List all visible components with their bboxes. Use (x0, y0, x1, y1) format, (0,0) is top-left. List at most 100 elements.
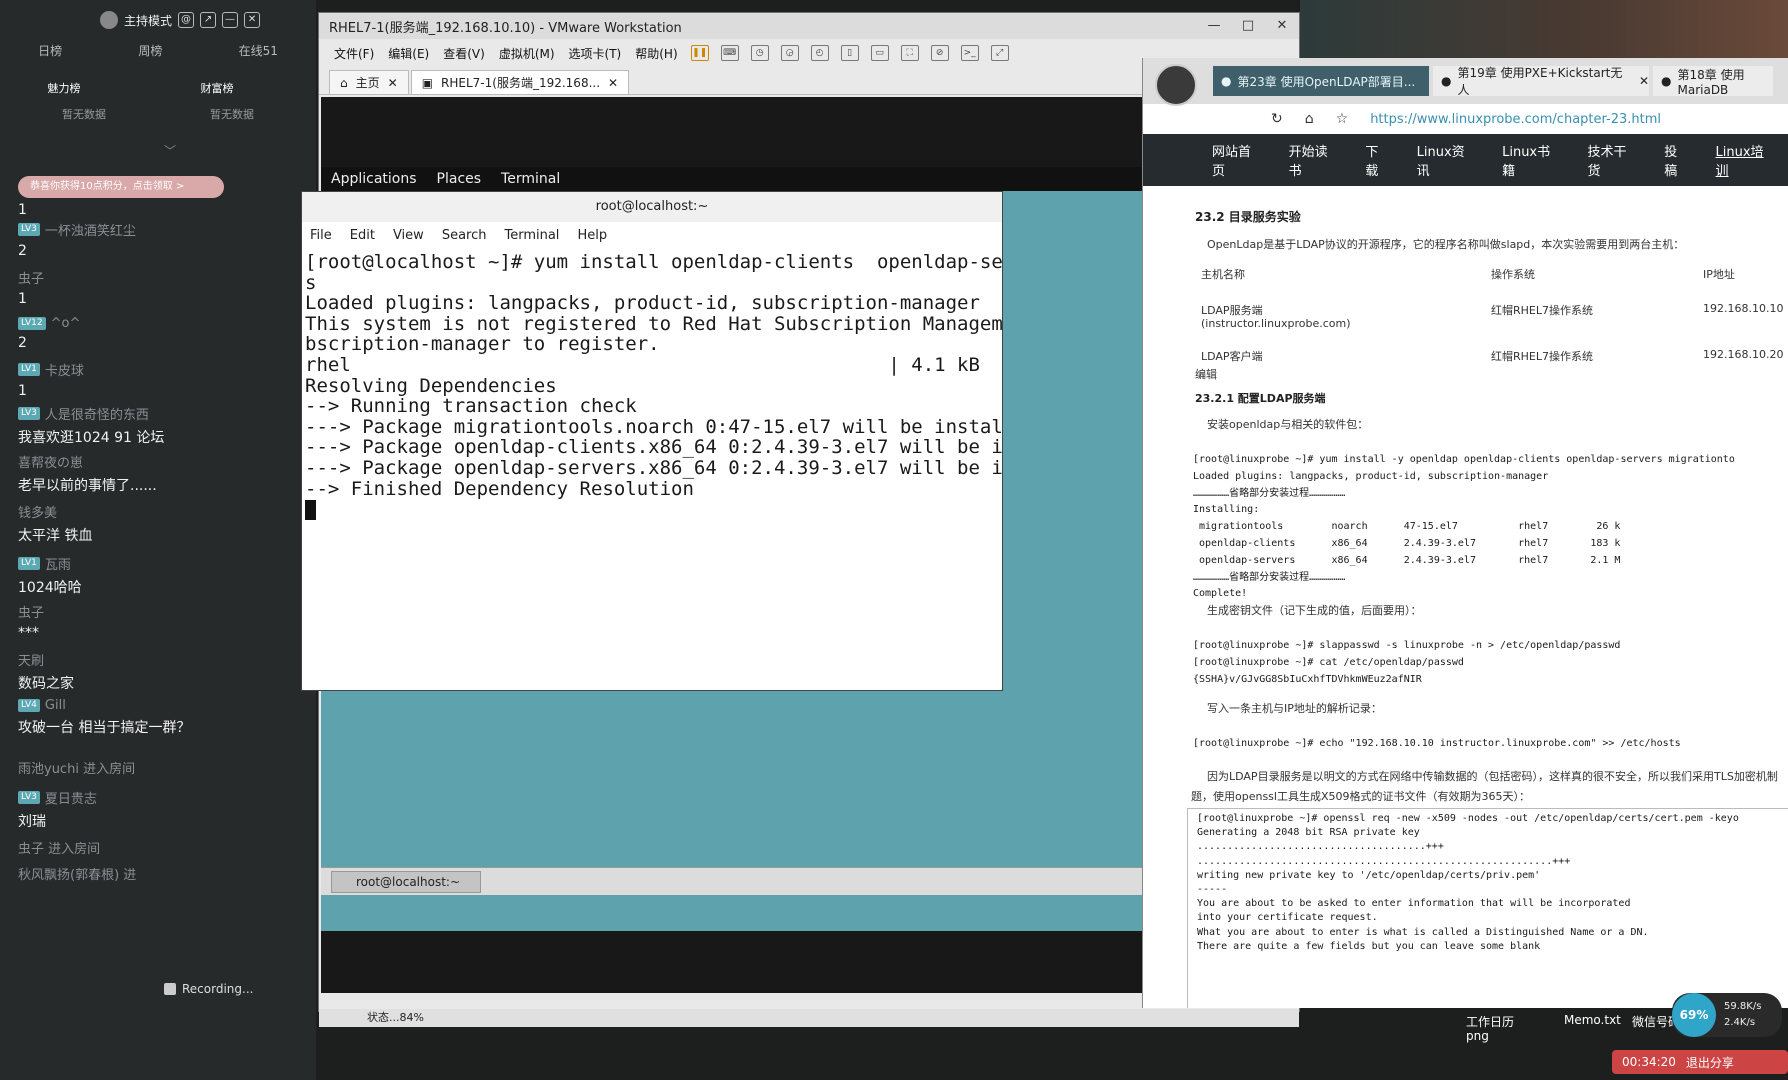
code-block-passwd[interactable]: [root@linuxprobe ~]# slappasswd -s linux… (1193, 638, 1620, 688)
desktop-label-calendar[interactable]: 工作日历 (1466, 1013, 1514, 1030)
term-menu-edit[interactable]: Edit (350, 228, 375, 243)
nav-download[interactable]: 下载 (1352, 141, 1403, 179)
chat-user[interactable]: LV1 瓦雨 (18, 554, 308, 573)
menu-vm[interactable]: 虚拟机(M) (492, 45, 562, 62)
tab-vm[interactable]: ▣ RHEL7-1(服务端_192.168... ✕ (410, 70, 630, 94)
browser-tab-chapter18[interactable]: ● 第18章 使用MariaDB (1653, 66, 1773, 97)
minimize-button[interactable]: — (1197, 13, 1231, 39)
bookmark-star-icon[interactable]: ☆ (1336, 111, 1349, 127)
chat-user[interactable]: 喜帮夜の崽 (18, 452, 308, 471)
chat-user[interactable]: 虫子 (18, 268, 308, 287)
wealth-board[interactable]: 财富榜 暂无数据 (180, 80, 255, 122)
term-menu-search[interactable]: Search (442, 228, 487, 243)
settings-icon[interactable]: @ (178, 12, 195, 28)
close-icon[interactable]: ✕ (608, 76, 618, 90)
chat-user[interactable]: 虫子 (18, 602, 308, 621)
browser-tab-chapter19[interactable]: ● 第19章 使用PXE+Kickstart无人 ✕ (1433, 66, 1649, 97)
taskbar-terminal-item[interactable]: root@localhost:~ (331, 871, 481, 893)
chat-user[interactable]: LV3 人是很奇怪的东西 (18, 404, 308, 423)
memory-gauge[interactable]: 69% (1672, 993, 1716, 1037)
menu-edit[interactable]: 编辑(E) (381, 45, 436, 62)
desktop-label-memo[interactable]: Memo.txt (1564, 1013, 1621, 1027)
menu-help[interactable]: 帮助(H) (628, 45, 684, 62)
send-keys-icon[interactable]: ⌨ (720, 45, 739, 61)
subsection-title: 23.2.1 配置LDAP服务端 (1195, 392, 1326, 405)
chat-user[interactable]: 虫子 进入房间 (18, 838, 308, 857)
chat-user[interactable]: 雨池yuchi 进入房间 (18, 758, 308, 777)
menu-view[interactable]: 查看(V) (436, 45, 492, 62)
profile-avatar[interactable] (1155, 64, 1197, 106)
tab-daily[interactable]: 日榜 (38, 42, 62, 59)
chat-user[interactable]: LV4 Gill (18, 698, 308, 713)
menu-tabs[interactable]: 选项卡(T) (562, 45, 629, 62)
chat-item: LV4 Gill 攻破一台 相当于搞定一群？ (18, 698, 308, 737)
menu-file[interactable]: 文件(F) (327, 45, 381, 62)
nav-tech[interactable]: 技术干货 (1575, 141, 1652, 179)
pause-icon[interactable]: ❚❚ (690, 45, 709, 61)
browser-tab-chapter23[interactable]: ● 第23章 使用OpenLDAP部署目... (1213, 66, 1429, 96)
level-badge: LV3 (18, 407, 40, 420)
vmware-titlebar[interactable]: RHEL7-1(服务端_192.168.10.10) - VMware Work… (319, 13, 1299, 39)
stretch-icon[interactable]: ⤢ (990, 45, 1009, 61)
gnome-places[interactable]: Places (437, 171, 482, 187)
code-line: ......................................++… (1197, 841, 1444, 853)
tab-weekly[interactable]: 周榜 (138, 42, 162, 59)
maximize-button[interactable]: □ (1231, 13, 1265, 39)
edit-link[interactable]: 编辑 (1195, 366, 1217, 382)
nav-training[interactable]: Linux培训 (1703, 141, 1788, 179)
tab-home[interactable]: ⌂ 主页 ✕ (329, 70, 409, 94)
chat-user[interactable]: LV3 夏日贵志 (18, 788, 308, 807)
gnome-applications[interactable]: Applications (331, 171, 417, 187)
sidebar-icon[interactable]: ▯ (840, 45, 859, 61)
unity-icon[interactable]: ⊘ (930, 45, 949, 61)
term-menu-view[interactable]: View (393, 228, 424, 243)
chat-user[interactable]: 钱多美 (18, 502, 308, 521)
nav-books[interactable]: Linux书籍 (1489, 141, 1574, 179)
terminal-output[interactable]: [root@localhost ~]# yum install openldap… (302, 248, 1002, 524)
close-icon[interactable]: ✕ (1639, 74, 1649, 88)
reload-icon[interactable]: ↻ (1271, 111, 1283, 127)
fullscreen-icon[interactable]: ⛶ (900, 45, 919, 61)
chat-user[interactable]: 秋风飘扬(郭春根) 进 (18, 864, 308, 883)
close-icon[interactable]: ✕ (388, 76, 398, 90)
tab-online[interactable]: 在线51 (239, 42, 278, 59)
snapshot-icon[interactable]: ◷ (750, 45, 769, 61)
site-icon: ● (1221, 74, 1232, 88)
revert-snapshot-icon[interactable]: ◶ (780, 45, 799, 61)
terminal-line: [root@localhost ~]# yum install openldap… (305, 251, 1002, 273)
gnome-terminal[interactable]: Terminal (501, 171, 560, 187)
home-icon[interactable]: ⌂ (1305, 111, 1314, 127)
term-menu-terminal[interactable]: Terminal (504, 228, 559, 243)
console-icon[interactable]: >_ (960, 45, 979, 61)
chat-message: 老早以前的事情了...... (18, 478, 157, 494)
chat-user[interactable]: LV1 卡皮球 (18, 360, 308, 379)
term-menu-file[interactable]: File (310, 228, 332, 243)
close-button[interactable]: ✕ (1265, 13, 1299, 39)
chat-user[interactable]: 天刷 (18, 650, 308, 669)
nav-read[interactable]: 开始读书 (1276, 141, 1353, 179)
nav-submit[interactable]: 投稿 (1651, 141, 1702, 179)
chat-user[interactable]: LV12 ^o^ (18, 316, 308, 331)
close-icon[interactable]: ✕ (244, 12, 261, 28)
popout-icon[interactable]: ↗ (200, 12, 217, 28)
points-banner[interactable]: 恭喜你获得10点积分，点击领取 > (18, 176, 224, 198)
code-block-install[interactable]: [root@linuxprobe ~]# yum install -y open… (1193, 452, 1735, 603)
nav-home[interactable]: 网站首页 (1199, 141, 1276, 179)
charm-board[interactable]: 魅力榜 暂无数据 (22, 80, 107, 122)
code-block-openssl[interactable]: [root@linuxprobe ~]# openssl req -new -x… (1197, 812, 1739, 954)
term-menu-help[interactable]: Help (577, 228, 607, 243)
terminal-line: ---> Package openldap-clients.x86_64 0:2… (305, 436, 1002, 459)
upload-speed: 59.8K/s (1724, 1001, 1762, 1012)
snapshot-manager-icon[interactable]: ◴ (810, 45, 829, 61)
thumbnail-icon[interactable]: ▭ (870, 45, 889, 61)
terminal-title[interactable]: root@localhost:~ (302, 192, 1002, 222)
terminal-window[interactable]: root@localhost:~ File Edit View Search T… (301, 191, 1003, 691)
code-block-hosts[interactable]: [root@linuxprobe ~]# echo "192.168.10.10… (1193, 736, 1681, 753)
chat-message: 1 (18, 383, 27, 399)
minimize-icon[interactable]: — (222, 12, 239, 28)
chat-user[interactable]: LV3 一杯浊酒笑红尘 (18, 220, 308, 239)
stop-share-button[interactable]: 退出分享 (1686, 1054, 1734, 1071)
url-field[interactable]: https://www.linuxprobe.com/chapter-23.ht… (1370, 112, 1661, 127)
chevron-down-icon[interactable]: ﹀ (164, 142, 176, 159)
nav-news[interactable]: Linux资讯 (1404, 141, 1489, 179)
